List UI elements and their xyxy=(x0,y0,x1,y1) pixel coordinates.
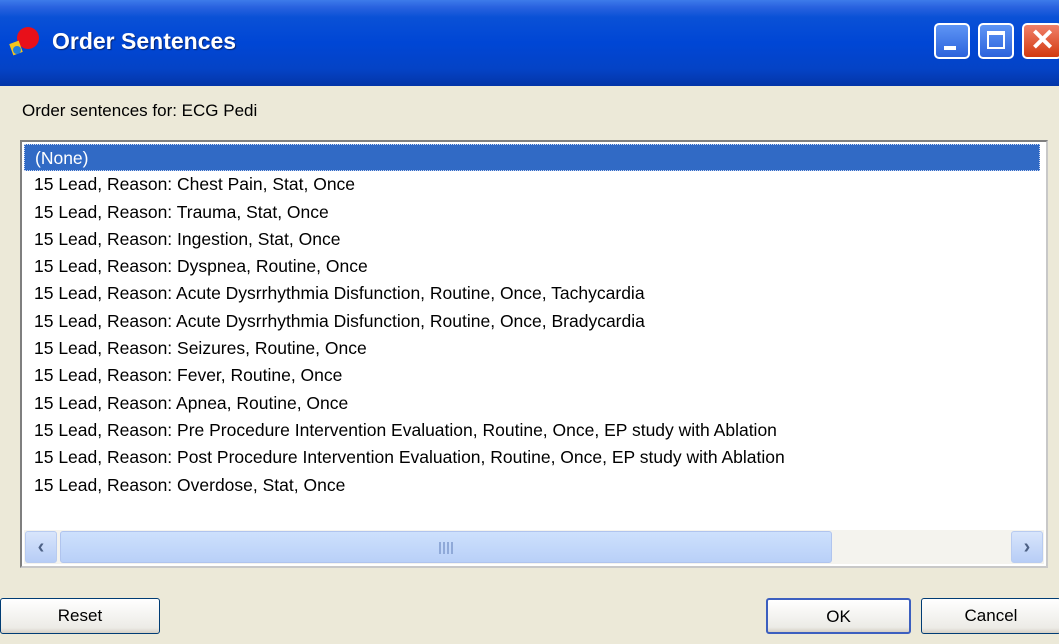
list-item[interactable]: 15 Lead, Reason: Dyspnea, Routine, Once xyxy=(24,253,1044,280)
close-button[interactable]: ✕ xyxy=(1022,23,1059,59)
list-item[interactable]: 15 Lead, Reason: Apnea, Routine, Once xyxy=(24,390,1044,417)
list-item[interactable]: 15 Lead, Reason: Acute Dysrrhythmia Disf… xyxy=(24,280,1044,307)
title-bar[interactable]: Order Sentences ✕ xyxy=(0,0,1059,86)
close-icon: ✕ xyxy=(1030,24,1056,57)
scroll-thumb[interactable] xyxy=(60,531,832,563)
chevron-right-icon: › xyxy=(1023,536,1031,558)
thumb-grip-icon xyxy=(439,542,455,554)
order-app-icon xyxy=(9,27,39,56)
list-item[interactable]: 15 Lead, Reason: Post Procedure Interven… xyxy=(24,444,1044,471)
list-item[interactable]: 15 Lead, Reason: Overdose, Stat, Once xyxy=(24,472,1044,499)
minimize-icon xyxy=(944,46,956,50)
list-item[interactable]: 15 Lead, Reason: Ingestion, Stat, Once xyxy=(24,226,1044,253)
chevron-left-icon: ‹ xyxy=(37,536,45,558)
reset-button[interactable]: Reset xyxy=(0,598,160,634)
minimize-button[interactable] xyxy=(934,23,970,59)
window-title: Order Sentences xyxy=(52,28,237,54)
list-item[interactable]: (None) xyxy=(24,144,1040,172)
list-item[interactable]: 15 Lead, Reason: Seizures, Routine, Once xyxy=(24,335,1044,362)
list-items: (None) 15 Lead, Reason: Chest Pain, Stat,… xyxy=(24,144,1044,526)
scroll-right-button[interactable]: › xyxy=(1011,531,1043,563)
ok-button[interactable]: OK xyxy=(766,598,911,634)
scroll-left-button[interactable]: ‹ xyxy=(25,531,57,563)
maximize-icon xyxy=(987,31,1005,49)
maximize-button[interactable] xyxy=(978,23,1014,59)
horizontal-scrollbar[interactable]: ‹ › xyxy=(24,530,1044,564)
order-sentences-label: Order sentences for: ECG Pedi xyxy=(22,101,258,120)
list-item[interactable]: 15 Lead, Reason: Acute Dysrrhythmia Disf… xyxy=(24,308,1044,335)
list-item[interactable]: 15 Lead, Reason: Fever, Routine, Once xyxy=(24,362,1044,389)
order-sentence-list[interactable]: (None) 15 Lead, Reason: Chest Pain, Stat,… xyxy=(20,140,1048,568)
list-item[interactable]: 15 Lead, Reason: Pre Procedure Intervent… xyxy=(24,417,1044,444)
list-item[interactable]: 15 Lead, Reason: Chest Pain, Stat, Once xyxy=(24,171,1044,198)
cancel-button[interactable]: Cancel xyxy=(921,598,1059,634)
list-item[interactable]: 15 Lead, Reason: Trauma, Stat, Once xyxy=(24,199,1044,226)
